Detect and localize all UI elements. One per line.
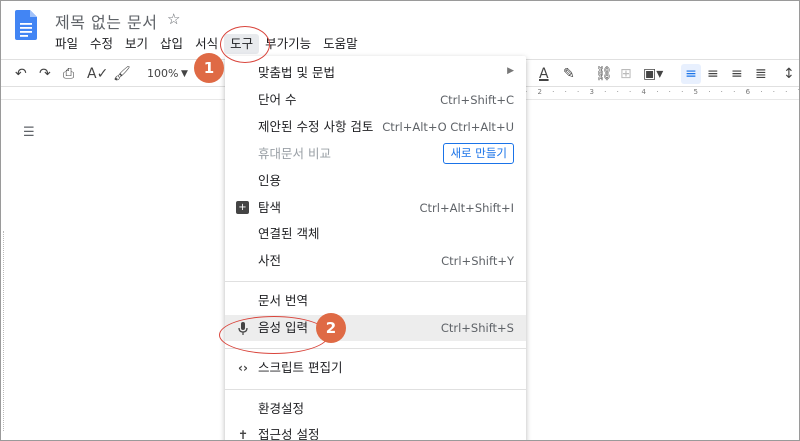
menu-item-label: 맞춤법 및 문법 (258, 65, 335, 80)
menu-item-explore[interactable]: + 탐색 Ctrl+Alt+Shift+I (225, 195, 526, 221)
text-color-icon[interactable]: A (539, 64, 549, 84)
page-margin-guide (3, 231, 4, 431)
new-button[interactable]: 새로 만들기 (443, 143, 514, 164)
shortcut-label: Ctrl+Alt+O Ctrl+Alt+U (382, 120, 514, 134)
image-icon[interactable]: ▣▾ (643, 64, 663, 84)
annotation-badge-2: 2 (316, 313, 346, 343)
align-left-icon[interactable]: ≡ (681, 64, 701, 84)
shortcut-label: Ctrl+Shift+S (440, 321, 514, 335)
menu-item-label: 인용 (258, 173, 282, 188)
annotation-ring-tools (220, 26, 270, 63)
shortcut-label: Ctrl+Alt+Shift+I (419, 201, 514, 215)
menu-item-label: 탐색 (258, 200, 282, 215)
menu-item-citations[interactable]: 인용 (225, 168, 526, 194)
menu-item-dictionary[interactable]: 사전 Ctrl+Shift+Y (225, 248, 526, 274)
menu-insert[interactable]: 삽입 (154, 34, 189, 54)
menu-bar: 파일 수정 보기 삽입 서식 도구 부가기능 도움말 (49, 34, 364, 54)
app-window: 제목 없는 문서 ☆ 파일 수정 보기 삽입 서식 도구 부가기능 도움말 ↶ … (0, 0, 800, 441)
menu-item-label: 접근성 설정 (258, 427, 320, 441)
menu-item-script-editor[interactable]: ‹› 스크립트 편집기 (225, 355, 526, 381)
chevron-down-icon[interactable]: ▼ (181, 64, 188, 84)
menu-view[interactable]: 보기 (119, 34, 154, 54)
justify-icon[interactable]: ≣ (755, 64, 767, 84)
menu-help[interactable]: 도움말 (317, 34, 364, 54)
document-outline-icon[interactable]: ☰ (23, 126, 37, 140)
print-icon[interactable]: ⎙ (63, 64, 74, 84)
google-docs-icon[interactable] (15, 10, 37, 40)
menu-item-word-count[interactable]: 단어 수 Ctrl+Shift+C (225, 87, 526, 113)
highlight-icon[interactable]: ✎ (563, 64, 575, 84)
menu-item-label: 제안된 수정 사항 검토 (258, 119, 374, 134)
menu-item-label: 연결된 객체 (258, 226, 320, 241)
menu-item-label: 사전 (258, 253, 282, 268)
menu-item-compare-documents: 휴대문서 비교 새로 만들기 (225, 141, 526, 167)
shortcut-label: Ctrl+Shift+Y (441, 254, 514, 268)
align-center-icon[interactable]: ≡ (707, 64, 719, 84)
menu-item-linked-objects[interactable]: 연결된 객체 (225, 221, 526, 247)
menu-item-review-suggestions[interactable]: 제안된 수정 사항 검토 Ctrl+Alt+O Ctrl+Alt+U (225, 114, 526, 140)
annotation-ring-voice-typing (219, 316, 329, 354)
line-spacing-icon[interactable]: ↕ (783, 64, 795, 84)
menu-edit[interactable]: 수정 (84, 34, 119, 54)
menu-item-label: 문서 번역 (258, 293, 308, 308)
align-right-icon[interactable]: ≡ (731, 64, 743, 84)
menu-format[interactable]: 서식 (189, 34, 224, 54)
tools-menu: 맞춤법 및 문법 ▶ 단어 수 Ctrl+Shift+C 제안된 수정 사항 검… (225, 56, 526, 441)
code-brackets-icon: ‹› (238, 361, 248, 375)
menu-file[interactable]: 파일 (49, 34, 84, 54)
link-icon[interactable]: ⛓ (595, 64, 613, 84)
undo-icon[interactable]: ↶ (15, 64, 27, 84)
zoom-select[interactable]: 100% (147, 64, 178, 84)
spellcheck-icon[interactable]: A✓ (87, 64, 108, 84)
menu-item-translate-document[interactable]: 문서 번역 (225, 288, 526, 314)
menu-divider (225, 281, 526, 282)
accessibility-icon: ✝ (237, 428, 249, 441)
redo-icon[interactable]: ↷ (39, 64, 51, 84)
menu-item-preferences[interactable]: 환경설정 (225, 396, 526, 422)
menu-item-label: 스크립트 편집기 (258, 360, 343, 375)
shortcut-label: Ctrl+Shift+C (440, 93, 514, 107)
menu-item-label: 단어 수 (258, 92, 297, 107)
explore-icon: + (236, 201, 249, 214)
comment-icon[interactable]: ⊞ (620, 64, 632, 84)
ruler: · 2 · · · 3 · · · 4 · · · 5 · · · 6 · · … (525, 88, 800, 96)
paint-format-icon[interactable]: 🖌 (113, 64, 131, 84)
menu-divider (225, 389, 526, 390)
star-outline-icon[interactable]: ☆ (167, 10, 180, 28)
menu-item-label: 환경설정 (258, 401, 305, 416)
menu-item-accessibility[interactable]: ✝ 접근성 설정 (225, 422, 526, 441)
document-title[interactable]: 제목 없는 문서 (55, 9, 158, 33)
annotation-badge-1: 1 (194, 53, 224, 83)
menu-item-label: 휴대문서 비교 (258, 146, 331, 161)
menu-item-spelling-grammar[interactable]: 맞춤법 및 문법 ▶ (225, 60, 526, 86)
submenu-arrow-icon: ▶ (507, 66, 514, 76)
